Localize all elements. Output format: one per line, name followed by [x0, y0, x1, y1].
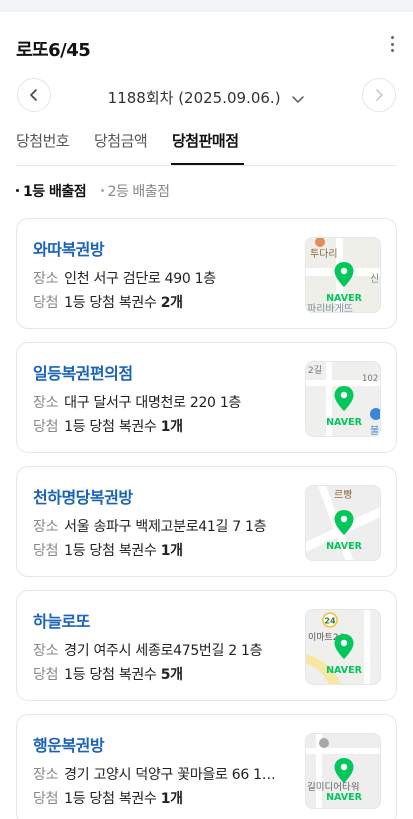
chevron-down-icon: [292, 95, 305, 103]
more-options-icon[interactable]: [387, 34, 397, 54]
naver-logo: NAVER: [326, 665, 363, 676]
header: 로또6/45: [0, 30, 413, 64]
store-address: 장소 대구 달서구 대명천로 220 1층: [33, 395, 242, 411]
store-name[interactable]: 와따복권방: [33, 236, 105, 260]
round-selector: 1188회차 (2025.09.06.): [0, 76, 413, 116]
tab-prize-amount[interactable]: 당첨금액: [94, 130, 148, 151]
tab-divider: [16, 165, 397, 166]
map-label: 불: [370, 425, 379, 437]
store-win-count: 당첨 1등 당첨 복권수 1개: [33, 791, 183, 807]
store-name[interactable]: 행운복권방: [33, 732, 105, 756]
map-thumbnail[interactable]: 르빵 NAVER: [305, 485, 381, 561]
chevron-right-icon: [376, 89, 383, 101]
filter-first-prize[interactable]: 1등 배출점: [16, 181, 87, 201]
store-win-count: 당첨 1등 당첨 복권수 5개: [33, 667, 183, 683]
map-label: 24: [324, 617, 336, 626]
naver-logo: NAVER: [326, 293, 363, 304]
store-address: 장소 서울 송파구 백제고분로41길 7 1층: [33, 519, 267, 535]
tab-winning-stores[interactable]: 당첨판매점: [172, 130, 239, 151]
tab-active-indicator: [171, 163, 244, 165]
map-thumbnail[interactable]: 투다리 신 파리바게뜨 NAVER: [305, 237, 381, 313]
store-address: 장소 경기 고양시 덕양구 꽃마을로 66 1…: [33, 767, 276, 783]
filter-second-prize[interactable]: 2등 배출점: [100, 181, 170, 201]
map-thumbnail[interactable]: 2길 102 불 NAVER: [305, 361, 381, 437]
store-card[interactable]: 와따복권방 장소 인천 서구 검단로 490 1층 당첨 1등 당첨 복권수 2개 …: [16, 218, 397, 329]
map-thumbnail[interactable]: 24 이마트24 NAVER: [305, 609, 381, 685]
store-win-count: 당첨 1등 당첨 복권수 1개: [33, 419, 183, 435]
store-card[interactable]: 일등복권편의점 장소 대구 달서구 대명천로 220 1층 당첨 1등 당첨 복권수…: [16, 342, 397, 453]
map-label: 신: [370, 273, 379, 285]
next-round-button[interactable]: [362, 78, 396, 112]
map-label: 투다리: [310, 248, 338, 260]
store-name[interactable]: 일등복권편의점: [33, 360, 133, 384]
store-address: 장소 경기 여주시 세종로475번길 2 1층: [33, 643, 263, 659]
round-label: 1188회차 (2025.09.06.): [107, 89, 281, 107]
store-win-count: 당첨 1등 당첨 복권수 2개: [33, 295, 183, 311]
map-label: 파리바게뜨: [307, 303, 353, 313]
map-label: 2길: [308, 365, 322, 376]
store-card[interactable]: 행운복권방 장소 경기 고양시 덕양구 꽃마을로 66 1… 당첨 1등 당첨 복권…: [16, 714, 397, 819]
naver-logo: NAVER: [326, 417, 363, 428]
rank-filter: 1등 배출점 2등 배출점: [16, 181, 179, 201]
page-title: 로또6/45: [16, 40, 91, 61]
tab-bar: 당첨번호 당첨금액 당첨판매점: [0, 124, 413, 166]
store-win-count: 당첨 1등 당첨 복권수 1개: [33, 543, 183, 559]
map-thumbnail[interactable]: 길미디어타워 NAVER: [305, 733, 381, 809]
store-card[interactable]: 하늘로또 장소 경기 여주시 세종로475번길 2 1층 당첨 1등 당첨 복권수 …: [16, 590, 397, 701]
store-address: 장소 인천 서구 검단로 490 1층: [33, 271, 216, 287]
store-card[interactable]: 천하명당복권방 장소 서울 송파구 백제고분로41길 7 1층 당첨 1등 당첨 복…: [16, 466, 397, 577]
store-name[interactable]: 하늘로또: [33, 608, 90, 632]
store-name[interactable]: 천하명당복권방: [33, 484, 133, 508]
map-label: 르빵: [334, 489, 352, 501]
naver-logo: NAVER: [326, 792, 363, 803]
tab-winning-numbers[interactable]: 당첨번호: [16, 130, 70, 151]
status-strip: [0, 0, 413, 12]
round-dropdown[interactable]: 1188회차 (2025.09.06.): [0, 87, 413, 108]
naver-logo: NAVER: [326, 541, 363, 552]
map-label: 102: [362, 374, 378, 384]
